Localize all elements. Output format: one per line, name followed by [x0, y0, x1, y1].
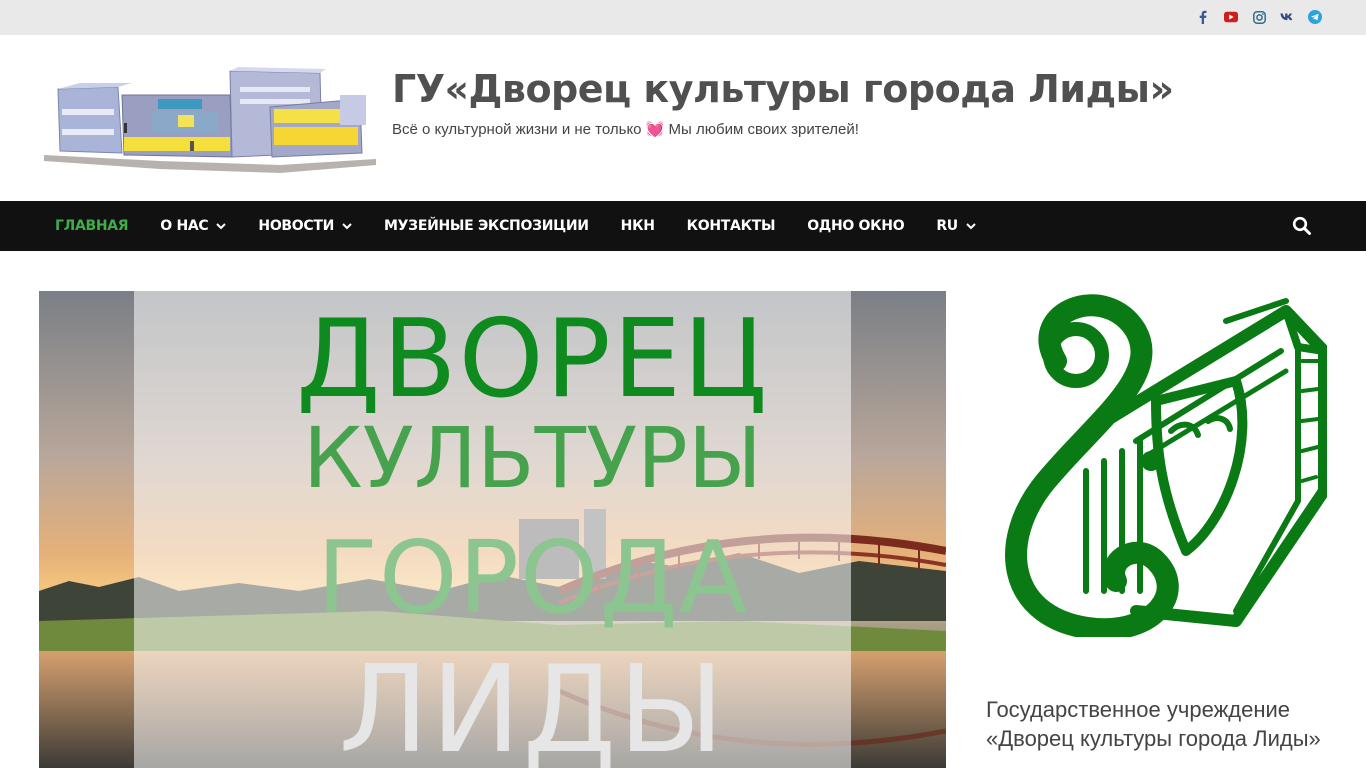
search-icon[interactable] — [1292, 216, 1312, 236]
nav-label: МУЗЕЙНЫЕ ЭКСПОЗИЦИИ — [384, 218, 589, 234]
nav-item-nkn[interactable]: НКН — [605, 201, 671, 251]
tagline-text-end: Мы любим своих зрителей! — [664, 121, 859, 138]
instagram-icon[interactable] — [1252, 9, 1266, 25]
palace-emblem-logo — [986, 291, 1330, 641]
tagline-text-start: Всё о культурной жизни и не только — [392, 121, 646, 138]
chevron-down-icon — [966, 221, 976, 231]
nav-label: НКН — [620, 218, 655, 234]
chevron-down-icon — [342, 221, 352, 231]
hero-line-3: ГОРОДА — [316, 519, 749, 636]
social-links — [1196, 9, 1322, 25]
caption-line-2: «Дворец культуры города Лиды» — [986, 726, 1321, 751]
hero-banner[interactable]: ДВОРЕЦ КУЛЬТУРЫ ГОРОДА ЛИДЫ — [39, 291, 946, 768]
hero-line-2: КУЛЬТУРЫ — [303, 409, 762, 507]
nav-item-home[interactable]: ГЛАВНАЯ — [39, 201, 144, 251]
nav-label: ГЛАВНАЯ — [55, 218, 129, 234]
telegram-icon[interactable] — [1308, 9, 1322, 25]
nav-item-one-window[interactable]: ОДНО ОКНО — [791, 201, 920, 251]
nav-item-museum-expositions[interactable]: МУЗЕЙНЫЕ ЭКСПОЗИЦИИ — [368, 201, 605, 251]
nav-label: КОНТАКТЫ — [686, 218, 776, 234]
site-title[interactable]: ГУ«Дворец культуры города Лиды» — [392, 67, 1174, 111]
main-navigation: ГЛАВНАЯ О НАС НОВОСТИ МУЗЕЙНЫЕ ЭКСПОЗИЦИ… — [0, 201, 1366, 251]
nav-label: НОВОСТИ — [258, 218, 335, 234]
nav-item-news[interactable]: НОВОСТИ — [242, 201, 368, 251]
nav-label: ОДНО ОКНО — [807, 218, 905, 234]
nav-label: RU — [936, 218, 958, 234]
nav-item-language[interactable]: RU — [920, 201, 992, 251]
top-bar — [0, 0, 1366, 35]
heart-icon: 💓 — [645, 121, 665, 138]
hero-line-1: ДВОРЕЦ — [296, 297, 769, 422]
youtube-icon[interactable] — [1224, 9, 1238, 25]
site-logo[interactable] — [40, 65, 380, 175]
sidebar-caption: Государственное учреждение «Дворец культ… — [986, 695, 1346, 753]
facebook-icon[interactable] — [1196, 9, 1210, 25]
site-tagline: Всё о культурной жизни и не только 💓 Мы … — [392, 120, 859, 138]
site-header: ГУ«Дворец культуры города Лиды» Всё о ку… — [0, 35, 1366, 201]
nav-item-contacts[interactable]: КОНТАКТЫ — [671, 201, 792, 251]
hero-line-4: ЛИДЫ — [338, 641, 727, 768]
vk-icon[interactable] — [1280, 9, 1294, 25]
nav-item-about[interactable]: О НАС — [144, 201, 242, 251]
chevron-down-icon — [216, 221, 227, 231]
nav-label: О НАС — [160, 218, 209, 234]
caption-line-1: Государственное учреждение — [986, 697, 1291, 722]
